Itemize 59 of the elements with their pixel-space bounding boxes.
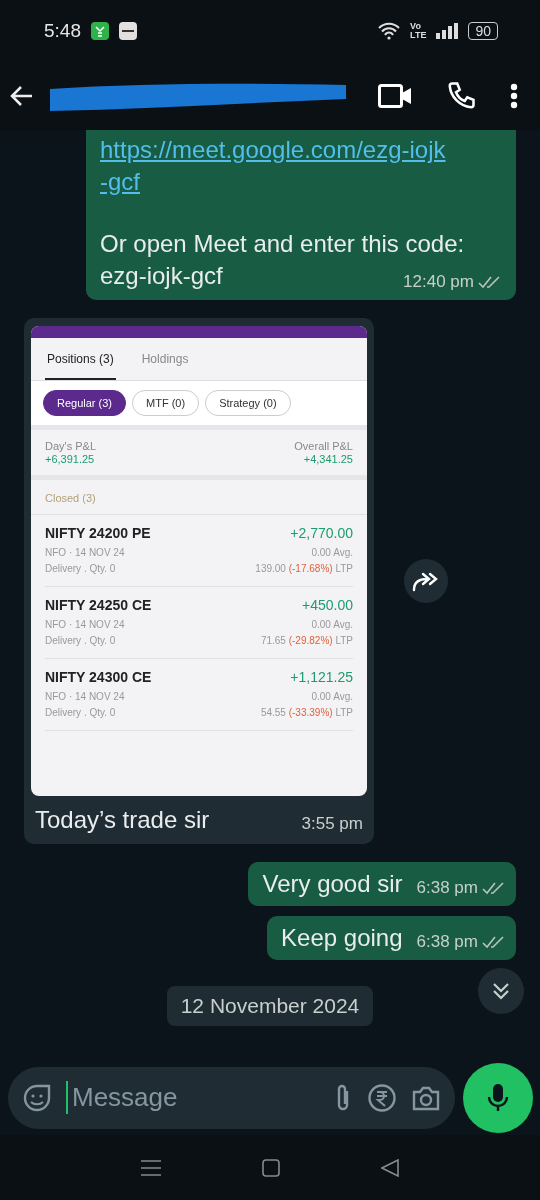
section-title: Closed (3) xyxy=(45,492,96,504)
message-time: 6:38 pm xyxy=(416,878,478,898)
ltp-text: 54.55 (-33.39%) LTP xyxy=(260,706,353,720)
exchange-text: NFO · 14 NOV 24 xyxy=(45,618,126,632)
app-notification-icon xyxy=(91,22,109,40)
message-text: Or open Meet and enter this code: xyxy=(100,229,466,259)
average-price: 0.00 Avg. xyxy=(311,618,353,632)
phone-icon[interactable] xyxy=(446,81,476,111)
message-field[interactable]: Message xyxy=(8,1066,455,1129)
position-name: NIFTY 24300 CE xyxy=(45,669,152,685)
message-time: 6:38 pm xyxy=(416,932,478,952)
back-nav-icon[interactable] xyxy=(381,1158,400,1177)
position-pnl: +2,770.00 xyxy=(290,525,353,541)
forward-button[interactable] xyxy=(404,559,448,603)
message-time: 12:40 pm xyxy=(403,272,474,292)
image-caption: Today’s trade sir xyxy=(35,806,210,834)
volte-indicator: Vo LTE xyxy=(410,22,427,40)
status-time: 5:48 xyxy=(44,20,81,42)
ltp-text: 71.65 (-29.82%) LTP xyxy=(260,634,353,648)
position-pnl: +450.00 xyxy=(302,597,353,613)
scroll-down-button[interactable] xyxy=(478,968,524,1014)
home-icon[interactable] xyxy=(262,1158,280,1177)
battery-indicator: 90 xyxy=(468,22,498,40)
message-text: ezg-iojk-gcf xyxy=(100,261,223,291)
wifi-icon xyxy=(378,22,401,40)
average-price: 0.00 Avg. xyxy=(311,690,353,704)
recent-apps-icon[interactable] xyxy=(140,1158,161,1177)
pnl-value: +4,341.25 xyxy=(303,453,353,465)
app-notification-icon xyxy=(119,22,137,40)
message-time: 3:55 pm xyxy=(301,814,363,834)
pnl-label: Day's P&L xyxy=(45,440,96,452)
message-text: Very good sir xyxy=(262,870,403,898)
double-chevron-down-icon xyxy=(492,981,510,1001)
pnl-label: Overall P&L xyxy=(294,440,353,452)
ltp-text: 139.00 (-17.68%) LTP xyxy=(255,562,353,576)
position-name: NIFTY 24200 PE xyxy=(45,525,151,541)
sticker-icon[interactable] xyxy=(22,1082,52,1113)
filter-chip[interactable]: Regular (3) xyxy=(43,390,127,416)
more-options-icon[interactable] xyxy=(510,83,518,109)
product-text: Delivery . Qty. 0 xyxy=(45,562,117,576)
pnl-value: +6,391.25 xyxy=(45,453,96,465)
date-chip: 12 November 2024 xyxy=(166,986,374,1026)
average-price: 0.00 Avg. xyxy=(311,546,353,560)
rupee-payment-icon[interactable] xyxy=(367,1082,397,1113)
signal-icon xyxy=(436,23,459,39)
meet-link[interactable]: -gcf xyxy=(100,166,502,198)
message-text: Keep going xyxy=(281,924,403,952)
product-text: Delivery . Qty. 0 xyxy=(45,634,117,648)
exchange-text: NFO · 14 NOV 24 xyxy=(45,690,126,704)
filter-chip[interactable]: MTF (0) xyxy=(132,390,200,416)
microphone-icon xyxy=(487,1082,509,1113)
exchange-text: NFO · 14 NOV 24 xyxy=(45,546,126,560)
position-pnl: +1,121.25 xyxy=(290,669,353,685)
product-text: Delivery . Qty. 0 xyxy=(45,706,117,720)
back-icon[interactable] xyxy=(10,85,34,107)
video-call-icon[interactable] xyxy=(378,84,412,108)
meet-link[interactable]: https://meet.google.com/ezg-iojk xyxy=(100,134,502,166)
position-name: NIFTY 24250 CE xyxy=(45,597,152,613)
filter-chip[interactable]: Strategy (0) xyxy=(205,390,291,416)
